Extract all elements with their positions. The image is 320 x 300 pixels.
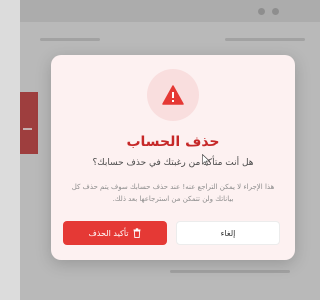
mouse-cursor-icon — [202, 154, 210, 166]
trash-icon — [133, 228, 141, 238]
dialog-question: هل أنت متأكد من رغبتك في حذف حسابك؟ — [92, 158, 254, 168]
cancel-button-label: إلغاء — [220, 228, 236, 238]
warning-icon — [162, 85, 184, 105]
dialog-warning-note: هذا الإجراء لا يمكن التراجع عنه! عند حذف… — [71, 183, 275, 203]
cancel-button[interactable]: إلغاء — [176, 221, 280, 245]
confirm-delete-button[interactable]: تأكيد الحذف — [63, 221, 167, 245]
dialog-title: حذف الحساب — [126, 134, 220, 150]
confirm-delete-label: تأكيد الحذف — [88, 228, 129, 238]
delete-account-dialog: حذف الحساب هل أنت متأكد من رغبتك في حذف … — [51, 55, 295, 260]
warning-icon-badge — [147, 69, 199, 121]
